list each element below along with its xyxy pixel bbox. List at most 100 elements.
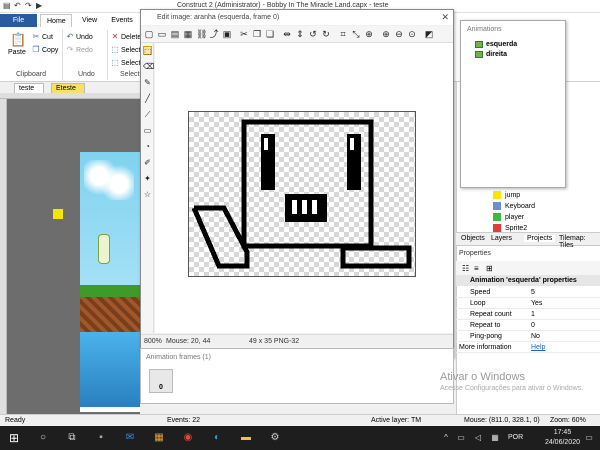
- animation-item-direita[interactable]: direita: [475, 51, 507, 58]
- undo-icon[interactable]: ↶: [14, 2, 22, 10]
- doc-tab-teste[interactable]: teste: [14, 83, 44, 93]
- undo-label: Undo: [76, 33, 93, 41]
- property-value[interactable]: 0: [531, 320, 535, 331]
- tab-objects[interactable]: Objects: [461, 235, 485, 242]
- help-link[interactable]: Help: [531, 342, 545, 353]
- eraser-icon[interactable]: ⌫: [143, 62, 154, 71]
- folder-icon[interactable]: ▬: [240, 432, 252, 444]
- rectangle-icon[interactable]: ▭: [143, 126, 152, 135]
- open-icon[interactable]: ▭: [157, 29, 167, 39]
- property-row[interactable]: Repeat count 1: [456, 309, 600, 320]
- sort-icon[interactable]: ☷: [462, 264, 469, 273]
- property-row[interactable]: Loop Yes: [456, 298, 600, 309]
- notification-icon[interactable]: ▭: [583, 432, 595, 444]
- zoom-out-icon[interactable]: ⊖: [394, 29, 404, 39]
- property-value[interactable]: No: [531, 331, 540, 342]
- object-item[interactable]: player: [493, 213, 524, 221]
- rotate-ccw-icon[interactable]: ↺: [308, 29, 318, 39]
- editor-canvas[interactable]: [188, 111, 416, 277]
- tab-view[interactable]: View: [76, 14, 102, 27]
- link-icon[interactable]: ⛓: [196, 29, 207, 39]
- copy-label: Copy: [42, 46, 59, 54]
- color-picker-icon[interactable]: ✐: [143, 158, 152, 167]
- new-icon[interactable]: ▢: [144, 29, 154, 39]
- tab-tilemap[interactable]: Tilemap: Tiles: [559, 235, 600, 249]
- tab-home[interactable]: Home: [40, 14, 72, 27]
- cut-button[interactable]: ✂ Cut: [32, 33, 53, 41]
- animation-item-esquerda[interactable]: esquerda: [475, 41, 518, 48]
- volume-icon[interactable]: ◁: [472, 432, 484, 444]
- edge-icon[interactable]: ◐: [211, 432, 223, 444]
- import-icon[interactable]: ▦: [183, 29, 193, 39]
- flip-vertical-icon[interactable]: ⇕: [295, 29, 305, 39]
- mail-icon[interactable]: ✉: [124, 432, 136, 444]
- resize-icon[interactable]: ⤡: [351, 29, 361, 39]
- expand-icon[interactable]: ⊞: [486, 264, 493, 273]
- brush-icon[interactable]: ╱: [143, 94, 152, 103]
- property-value[interactable]: 5: [531, 287, 535, 298]
- teams-icon[interactable]: ▪: [95, 432, 107, 444]
- property-key: Repeat count: [470, 311, 512, 318]
- animation-frames-panel: Animation frames (1) 0: [140, 348, 454, 404]
- fill-icon[interactable]: ◔: [143, 142, 152, 151]
- chevron-up-icon[interactable]: ^: [440, 432, 452, 444]
- grid-icon[interactable]: ◩: [424, 29, 434, 39]
- undo-button[interactable]: ↶ Undo: [66, 33, 93, 41]
- paste-icon[interactable]: ❏: [265, 29, 275, 39]
- tab-file[interactable]: File: [0, 14, 37, 27]
- player-sprite-instance[interactable]: [98, 234, 110, 264]
- select-button-2[interactable]: ⬚ Select: [111, 59, 140, 67]
- clock[interactable]: 17:45 24/06/2020: [545, 428, 580, 448]
- object-item[interactable]: Keyboard: [493, 202, 535, 210]
- property-row[interactable]: Repeat to 0: [456, 320, 600, 331]
- language-indicator[interactable]: POR: [508, 434, 523, 441]
- save-icon[interactable]: ▤: [170, 29, 180, 39]
- store-icon[interactable]: ▦: [153, 432, 165, 444]
- object-item[interactable]: Sprite2: [493, 224, 527, 232]
- delete-button[interactable]: ✕ Delete: [111, 33, 142, 41]
- construct-icon[interactable]: ⚙: [269, 432, 281, 444]
- tab-projects[interactable]: Projects: [524, 235, 556, 242]
- copy-button[interactable]: ❐ Copy: [32, 46, 58, 54]
- search-icon[interactable]: ○: [37, 432, 49, 444]
- redo-button[interactable]: ↷ Redo: [66, 46, 93, 54]
- run-icon[interactable]: ▶: [36, 2, 44, 10]
- windows-start-icon[interactable]: ⊞: [8, 432, 20, 444]
- crop-icon[interactable]: ⌗: [338, 29, 348, 39]
- property-row[interactable]: Ping-pong No: [456, 331, 600, 342]
- jump-sprite-instance[interactable]: [53, 209, 63, 219]
- network-icon[interactable]: ▭: [455, 432, 467, 444]
- doc-tab-eteste[interactable]: Eteste: [51, 83, 85, 93]
- property-row[interactable]: Speed 5: [456, 287, 600, 298]
- redo-icon[interactable]: ↷: [25, 2, 33, 10]
- flip-horizontal-icon[interactable]: ⇹: [282, 29, 292, 39]
- task-view-icon[interactable]: ⧉: [66, 432, 78, 444]
- keyboard-layout-icon[interactable]: ▦: [489, 432, 501, 444]
- origin-point-icon[interactable]: ✦: [143, 174, 152, 183]
- origin-icon[interactable]: ⊕: [364, 29, 374, 39]
- rect-select-icon[interactable]: ⬚: [143, 46, 152, 56]
- property-row[interactable]: More information Help: [456, 342, 600, 353]
- property-value[interactable]: Yes: [531, 298, 542, 309]
- save-icon[interactable]: ▤: [3, 2, 11, 10]
- frame-thumbnail[interactable]: 0: [149, 369, 173, 393]
- tab-events[interactable]: Events: [104, 14, 140, 27]
- paste-button[interactable]: 📋 Paste: [8, 33, 26, 57]
- object-item[interactable]: jump: [493, 191, 520, 199]
- zoom-in-icon[interactable]: ⊕: [381, 29, 391, 39]
- collision-polygon-icon[interactable]: ☆: [143, 190, 152, 199]
- chrome-icon[interactable]: ◉: [182, 432, 194, 444]
- copy-icon[interactable]: ❐: [252, 29, 262, 39]
- rotate-cw-icon[interactable]: ↻: [321, 29, 331, 39]
- zoom-reset-icon[interactable]: ⊙: [407, 29, 417, 39]
- property-value[interactable]: 1: [531, 309, 535, 320]
- export-icon[interactable]: ⤴: [209, 29, 219, 39]
- line-icon[interactable]: ⟋: [143, 110, 152, 119]
- alphabetical-icon[interactable]: ≡: [474, 264, 479, 273]
- close-icon[interactable]: ✕: [441, 10, 449, 25]
- tab-layers[interactable]: Layers: [491, 235, 512, 242]
- select-all-button[interactable]: ⬚ Select: [111, 46, 140, 54]
- cut-icon[interactable]: ✂: [239, 29, 249, 39]
- image-icon[interactable]: ▣: [222, 29, 232, 39]
- pencil-icon[interactable]: ✎: [143, 78, 152, 87]
